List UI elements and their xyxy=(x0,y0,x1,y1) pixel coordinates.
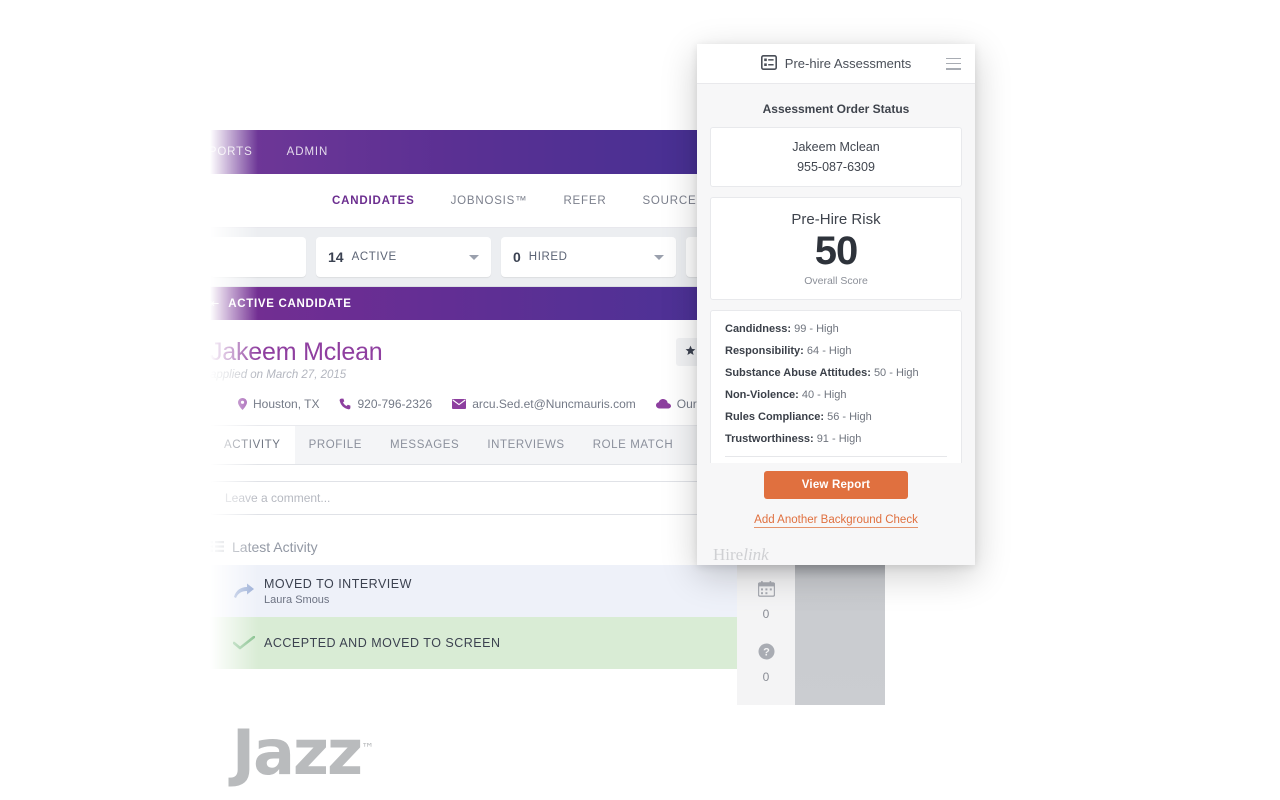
trademark-symbol: ™ xyxy=(361,741,375,757)
prehire-risk-score: 50 xyxy=(814,229,859,273)
rail-item-calendar[interactable]: 0 xyxy=(757,581,775,621)
latest-activity-label: Latest Activity xyxy=(232,539,318,555)
filter-chip-active[interactable]: 14 ACTIVE xyxy=(316,237,491,277)
rail-help-count: 0 xyxy=(762,670,770,684)
tab-interviews[interactable]: INTERVIEWS xyxy=(473,426,578,464)
assessment-scores-card: Candidness: 99 - High Responsibility: 64… xyxy=(710,310,962,463)
candidate-location: Houston, TX xyxy=(238,397,319,411)
score-label: Candidness: xyxy=(725,323,792,335)
envelope-icon xyxy=(452,399,467,409)
score-row-candidness: Candidness: 99 - High xyxy=(725,323,947,335)
filter-chip-hired-count: 0 xyxy=(513,249,521,265)
modal-footer: View Report Add Another Background Check xyxy=(697,463,975,528)
score-value: 99 - High xyxy=(794,323,839,335)
tab-profile[interactable]: PROFILE xyxy=(295,426,376,464)
app-icon-rail: 0 ? 0 xyxy=(737,555,795,705)
assessment-order-status-title: Assessment Order Status xyxy=(762,102,910,116)
candidate-location-text: Houston, TX xyxy=(253,397,320,411)
tab-activity[interactable]: ACTIVITY xyxy=(210,426,295,464)
collapse-left-icon[interactable]: ⇤ xyxy=(210,297,219,310)
score-row-substance-abuse-attitudes: Substance Abuse Attitudes: 50 - High xyxy=(725,367,947,379)
top-nav-item-admin[interactable]: ADMIN xyxy=(287,146,329,158)
tab-messages[interactable]: MESSAGES xyxy=(376,426,473,464)
modal-title: Pre-hire Assessments xyxy=(784,56,912,71)
score-value: 64 - High xyxy=(806,345,852,358)
score-value: 50 - High xyxy=(873,367,919,380)
candidate-phone: 920-796-2326 xyxy=(339,397,432,411)
score-value: 91 - High xyxy=(816,433,862,446)
arrow-forward-icon xyxy=(224,583,264,599)
chevron-down-icon xyxy=(654,255,664,260)
subnav-item-candidates[interactable]: CANDIDATES xyxy=(332,195,415,207)
screenshot-canvas: DAR REPORTS ADMIN 2 2 xyxy=(0,0,1280,800)
top-nav: DAR REPORTS ADMIN xyxy=(210,146,328,158)
subnav-item-refer[interactable]: REFER xyxy=(563,195,606,207)
hirelink-logo: Hirelink xyxy=(697,528,975,565)
location-pin-icon xyxy=(238,398,247,410)
filter-chip-active-count: 14 xyxy=(328,249,344,265)
score-row-rules-compliance: Rules Compliance: 56 - High xyxy=(725,411,947,423)
activity-text: MOVED TO INTERVIEW Laura Smous xyxy=(264,577,412,606)
candidate-info-card: Jakeem Mclean 955-087-6309 xyxy=(710,127,962,187)
question-circle-icon: ? xyxy=(758,643,775,665)
candidate-phone-text: 920-796-2326 xyxy=(357,397,433,411)
filter-chip-hired-label: HIRED xyxy=(528,251,568,263)
star-icon xyxy=(685,345,696,359)
activity-subtitle: Laura Smous xyxy=(264,593,330,606)
modal-title-group: Pre-hire Assessments xyxy=(760,54,912,73)
rail-calendar-count: 0 xyxy=(762,607,770,621)
jazz-logo-text: Jazz xyxy=(232,716,363,789)
view-report-button[interactable]: View Report xyxy=(763,471,909,499)
top-nav-item-reports[interactable]: REPORTS xyxy=(210,146,253,158)
subnav-item-source[interactable]: SOURCE xyxy=(642,195,696,207)
modal-candidate-phone: 955-087-6309 xyxy=(797,160,875,174)
score-row-non-violence: Non-Violence: 40 - High xyxy=(725,389,947,401)
hirelink-logo-hire: Hire xyxy=(713,545,744,564)
modal-body: Assessment Order Status Jakeem Mclean 95… xyxy=(697,84,975,463)
score-value: 40 - High xyxy=(801,389,847,402)
candidate-email-text: arcu.Sed.et@Nuncmauris.com xyxy=(472,397,636,411)
check-mark-icon xyxy=(224,636,264,650)
svg-text:?: ? xyxy=(763,647,770,659)
filter-chip-active-label: ACTIVE xyxy=(351,251,397,263)
filter-chip-hired[interactable]: 0 HIRED xyxy=(501,237,676,277)
prehire-risk-caption: Overall Score xyxy=(804,275,868,287)
list-grid-icon xyxy=(760,54,777,73)
hirelink-logo-link: link xyxy=(743,545,769,564)
jazz-logo: Jazz™ xyxy=(232,716,374,789)
score-label: Trustworthiness: xyxy=(725,433,814,446)
phone-icon xyxy=(339,398,351,410)
score-value: 56 - High xyxy=(827,411,872,424)
app-right-panel xyxy=(795,555,885,705)
rail-item-help[interactable]: ? 0 xyxy=(758,643,775,684)
modal-candidate-name: Jakeem Mclean xyxy=(792,140,880,154)
score-label: Non-Violence: xyxy=(725,389,799,402)
score-label: Substance Abuse Attitudes: xyxy=(725,367,871,380)
modal-header: Pre-hire Assessments xyxy=(697,44,975,84)
activity-text: ACCEPTED AND MOVED TO SCREEN xyxy=(264,636,501,650)
filter-chip-placeholder[interactable] xyxy=(210,237,306,277)
candidate-email: arcu.Sed.et@Nuncmauris.com xyxy=(452,397,636,411)
score-label: Rules Compliance: xyxy=(725,411,825,424)
chevron-down-icon xyxy=(469,255,479,260)
prehire-assessments-modal: Pre-hire Assessments Assessment Order St… xyxy=(697,44,975,565)
activity-title: ACCEPTED AND MOVED TO SCREEN xyxy=(264,636,501,650)
hamburger-icon[interactable] xyxy=(946,57,961,70)
list-icon xyxy=(210,539,224,555)
divider xyxy=(725,455,947,457)
subnav-item-jobnosis[interactable]: JOBNOSIS™ xyxy=(451,195,528,207)
active-candidate-banner-label: ACTIVE CANDIDATE xyxy=(228,297,352,310)
activity-title: MOVED TO INTERVIEW xyxy=(264,576,412,591)
tab-role-match[interactable]: ROLE MATCH xyxy=(579,426,688,464)
score-row-responsibility: Responsibility: 64 - High xyxy=(725,345,947,357)
calendar-icon xyxy=(757,581,775,602)
add-another-background-check-link[interactable]: Add Another Background Check xyxy=(754,514,918,528)
score-label: Responsibility: xyxy=(725,345,804,358)
score-row-trustworthiness: Trustworthiness: 91 - High xyxy=(725,433,947,445)
cloud-icon xyxy=(655,399,671,409)
prehire-risk-title: Pre-Hire Risk xyxy=(791,211,881,228)
prehire-risk-card: Pre-Hire Risk 50 Overall Score xyxy=(710,197,962,300)
